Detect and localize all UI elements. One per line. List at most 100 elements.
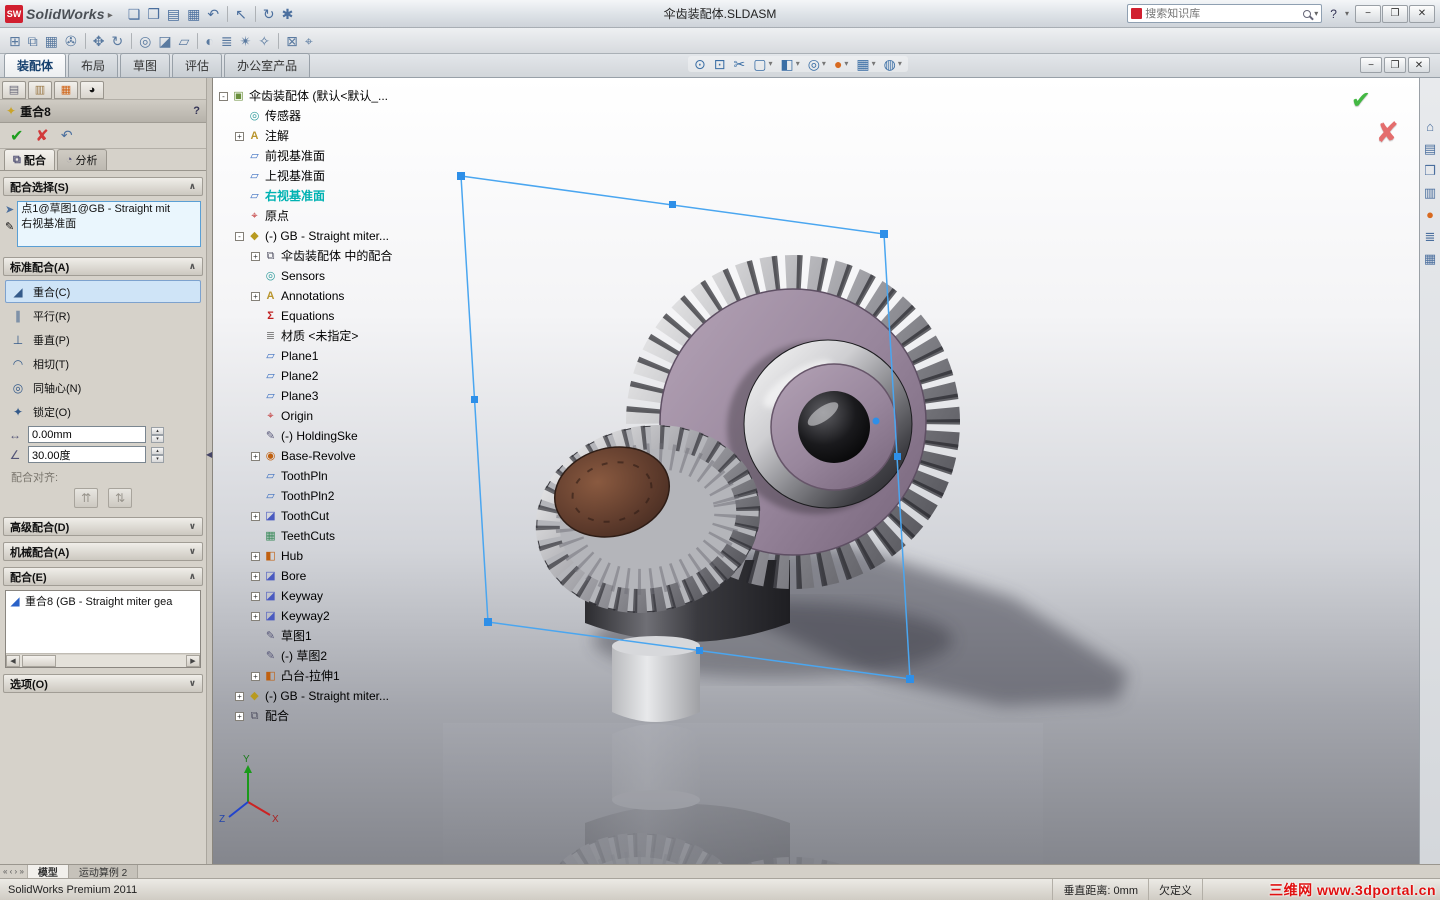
assembly-toolbar-button[interactable]: ✥ [90, 32, 109, 50]
search-scope-caret-icon[interactable]: ▾ [1314, 9, 1318, 18]
assembly-toolbar-button[interactable]: ⧉ [25, 32, 42, 50]
commandmanager-tab[interactable]: 办公室产品 [224, 53, 311, 77]
selection-entry[interactable]: 点1@草图1@GB - Straight mit [18, 202, 200, 217]
toolbar-button[interactable]: ✱ [279, 5, 298, 23]
mate-type-button[interactable]: ⊥ 垂直(P) [5, 328, 201, 351]
undo-button[interactable]: ↶ [61, 127, 73, 144]
heads-up-button[interactable]: ▦ [853, 56, 878, 72]
tree-row[interactable]: + ⧉ 配合 [219, 706, 392, 726]
task-pane-icon[interactable]: ⌂ [1426, 120, 1434, 133]
mates-list[interactable]: ◢ 重合8 (GB - Straight miter gea [6, 591, 200, 653]
angle-spinner[interactable]: ▴ ▾ [151, 446, 164, 463]
expand-toggle-icon[interactable]: + [251, 511, 260, 521]
advanced-mates-header[interactable]: 高级配合(D) ∨ [3, 517, 203, 536]
mate-selection-list[interactable]: 点1@草图1@GB - Straight mit 右视基准面 [17, 201, 201, 247]
tree-row[interactable]: Σ Equations [219, 306, 392, 326]
assembly-toolbar-button[interactable]: ↻ [108, 32, 127, 50]
tree-row[interactable]: ▱ Plane3 [219, 386, 392, 406]
collapse-chevron-icon[interactable]: ∧ [189, 181, 196, 192]
assembly-toolbar-button[interactable]: ▦ [42, 32, 62, 50]
doc-restore-button[interactable]: ❐ [1384, 57, 1406, 73]
assembly-toolbar-button[interactable] [84, 32, 86, 49]
distance-input[interactable] [28, 426, 146, 443]
graphics-viewport[interactable]: Y X Z - ▣ 伞齿装配体 (默认<默认_... ◎ 传感器 + A 注解 … [213, 78, 1419, 864]
mate-type-button[interactable]: ◎ 同轴心(N) [5, 376, 201, 399]
assembly-toolbar-button[interactable]: ◐ [202, 32, 217, 50]
tree-row[interactable]: ⌖ Origin [219, 406, 392, 426]
mechanical-mates-header[interactable]: 机械配合(A) ∨ [3, 542, 203, 561]
expand-toggle-icon[interactable]: + [251, 551, 260, 561]
expand-toggle-icon[interactable]: + [235, 691, 244, 701]
task-pane-icon[interactable]: ❒ [1424, 164, 1436, 177]
search-input[interactable] [1145, 7, 1301, 20]
expand-toggle-icon[interactable]: + [251, 571, 260, 581]
tab-scroll-buttons[interactable]: « ‹ › » [0, 865, 28, 878]
property-manager-tab[interactable]: ◔ 分析 [56, 149, 107, 170]
distance-spinner[interactable]: ▴ ▾ [151, 426, 164, 443]
tree-row[interactable]: ▱ Plane1 [219, 346, 392, 366]
tree-row[interactable]: + ◉ Base-Revolve [219, 446, 392, 466]
confirmation-cancel-icon[interactable]: ✘ [1376, 116, 1399, 149]
tree-row[interactable]: ▦ TeethCuts [219, 526, 392, 546]
tree-row[interactable]: + ◆ (-) GB - Straight miter... [219, 686, 392, 706]
assembly-toolbar-button[interactable] [197, 32, 199, 49]
expand-toggle-icon[interactable]: + [251, 291, 260, 301]
heads-up-button[interactable]: ◎ [805, 56, 829, 72]
commandmanager-tab[interactable]: 草图 [120, 53, 171, 77]
tree-row[interactable]: ▱ 前视基准面 [219, 146, 392, 166]
tree-row[interactable]: ✎ (-) HoldingSke [219, 426, 392, 446]
task-pane-icon[interactable]: ● [1426, 208, 1434, 221]
confirmation-ok-icon[interactable]: ✔ [1351, 86, 1371, 115]
tree-row[interactable]: ▱ ToothPln2 [219, 486, 392, 506]
assembly-toolbar-button[interactable]: ◪ [155, 32, 175, 50]
toolbar-button[interactable]: ❒ [144, 5, 164, 23]
toolbar-button[interactable]: ❏ [125, 5, 145, 23]
tree-row[interactable]: - ◆ (-) GB - Straight miter... [219, 226, 392, 246]
expand-chevron-icon[interactable]: ∨ [189, 678, 196, 689]
manager-pane-tab[interactable]: ▤ [2, 80, 26, 99]
menu-flyout-arrow-icon[interactable] [108, 7, 113, 21]
document-tab[interactable]: 模型 [27, 865, 69, 879]
heads-up-button[interactable]: ● [831, 56, 851, 72]
minimize-button[interactable]: − [1355, 4, 1381, 23]
mate-entry[interactable]: ◢ 重合8 (GB - Straight miter gea [9, 593, 197, 609]
collapse-chevron-icon[interactable]: ∧ [189, 261, 196, 272]
heads-up-button[interactable]: ◧ [777, 56, 802, 72]
expand-toggle-icon[interactable]: + [251, 671, 260, 681]
tree-row[interactable]: - ▣ 伞齿装配体 (默认<默认_... [219, 86, 392, 106]
toolbar-button[interactable] [254, 5, 256, 22]
plane-center-handle[interactable] [872, 417, 880, 425]
expand-toggle-icon[interactable]: + [235, 131, 244, 141]
help-caret-icon[interactable]: ▾ [1345, 9, 1349, 18]
toolbar-button[interactable]: ↖ [232, 5, 251, 23]
commandmanager-tab[interactable]: 装配体 [4, 53, 67, 77]
doc-close-button[interactable]: ✕ [1408, 57, 1430, 73]
assembly-toolbar-button[interactable]: ▱ [176, 32, 194, 50]
tree-row[interactable]: + ⧉ 伞齿装配体 中的配合 [219, 246, 392, 266]
expand-toggle-icon[interactable]: + [235, 711, 244, 721]
selection-entry[interactable]: 右视基准面 [18, 217, 200, 232]
assembly-toolbar-button[interactable]: ⊠ [283, 32, 302, 50]
mate-type-button[interactable]: ∥ 平行(R) [5, 304, 201, 327]
pushpin-icon[interactable]: ✦ [6, 104, 16, 118]
tree-row[interactable]: ▱ Plane2 [219, 366, 392, 386]
assembly-toolbar-button[interactable] [131, 32, 133, 49]
heads-up-button[interactable]: ⊙ [691, 56, 709, 72]
heads-up-button[interactable]: ◍ [881, 56, 905, 72]
assembly-toolbar-button[interactable]: ◎ [136, 32, 155, 50]
options-header[interactable]: 选项(O) ∨ [3, 674, 203, 693]
expand-chevron-icon[interactable]: ∨ [189, 546, 196, 557]
doc-minimize-button[interactable]: − [1360, 57, 1382, 73]
tree-row[interactable]: ≣ 材质 <未指定> [219, 326, 392, 346]
manager-pane-tab[interactable]: ▦ [54, 80, 78, 99]
assembly-toolbar-button[interactable]: ⌖ [302, 32, 317, 50]
heads-up-button[interactable]: ✂ [730, 56, 748, 72]
collapse-chevron-icon[interactable]: ∧ [189, 571, 196, 582]
mate-type-button[interactable]: ✦ 锁定(O) [5, 400, 201, 423]
mates-list-header[interactable]: 配合(E) ∧ [3, 567, 203, 586]
heads-up-button[interactable]: ⊡ [711, 56, 729, 72]
tree-row[interactable]: + A 注解 [219, 126, 392, 146]
assembly-toolbar-button[interactable]: ✧ [255, 32, 274, 50]
tree-row[interactable]: ✎ 草图1 [219, 626, 392, 646]
alignment-button[interactable]: ⇈ [74, 488, 98, 508]
